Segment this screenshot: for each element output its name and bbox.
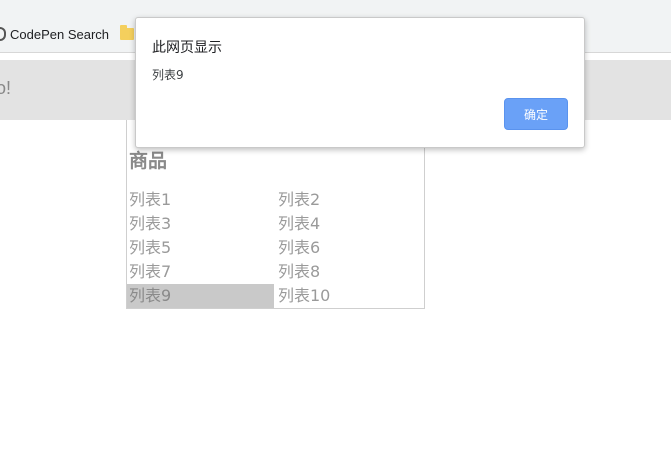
list-item-selected[interactable]: 列表9 xyxy=(127,284,274,308)
alert-dialog: 此网页显示 列表9 确定 xyxy=(135,17,585,148)
ok-button[interactable]: 确定 xyxy=(504,98,568,130)
alert-title: 此网页显示 xyxy=(152,40,222,56)
bookmark-codepen-search[interactable]: CodePen Search xyxy=(0,25,109,43)
list-item[interactable]: 列表4 xyxy=(274,212,425,236)
list-item[interactable]: 列表3 xyxy=(127,212,274,236)
list-item[interactable]: 列表6 xyxy=(274,236,425,260)
banner-text: o! xyxy=(0,78,12,98)
list-item[interactable]: 列表5 xyxy=(127,236,274,260)
list-item[interactable]: 列表2 xyxy=(274,188,425,212)
product-box: 商品 列表1 列表2 列表3 列表4 列表5 列表6 列表7 列表8 列表9 列… xyxy=(126,120,425,309)
product-list: 列表1 列表2 列表3 列表4 列表5 列表6 列表7 列表8 列表9 列表10 xyxy=(127,188,425,308)
list-item[interactable]: 列表1 xyxy=(127,188,274,212)
list-item[interactable]: 列表10 xyxy=(274,284,425,308)
bookmark-label: CodePen Search xyxy=(10,26,110,42)
codepen-icon xyxy=(0,27,6,41)
product-title: 商品 xyxy=(129,150,168,172)
folder-icon xyxy=(120,25,134,40)
list-item[interactable]: 列表7 xyxy=(127,260,274,284)
bookmark-folder[interactable] xyxy=(120,25,134,43)
list-item[interactable]: 列表8 xyxy=(274,260,425,284)
alert-message: 列表9 xyxy=(152,68,184,82)
